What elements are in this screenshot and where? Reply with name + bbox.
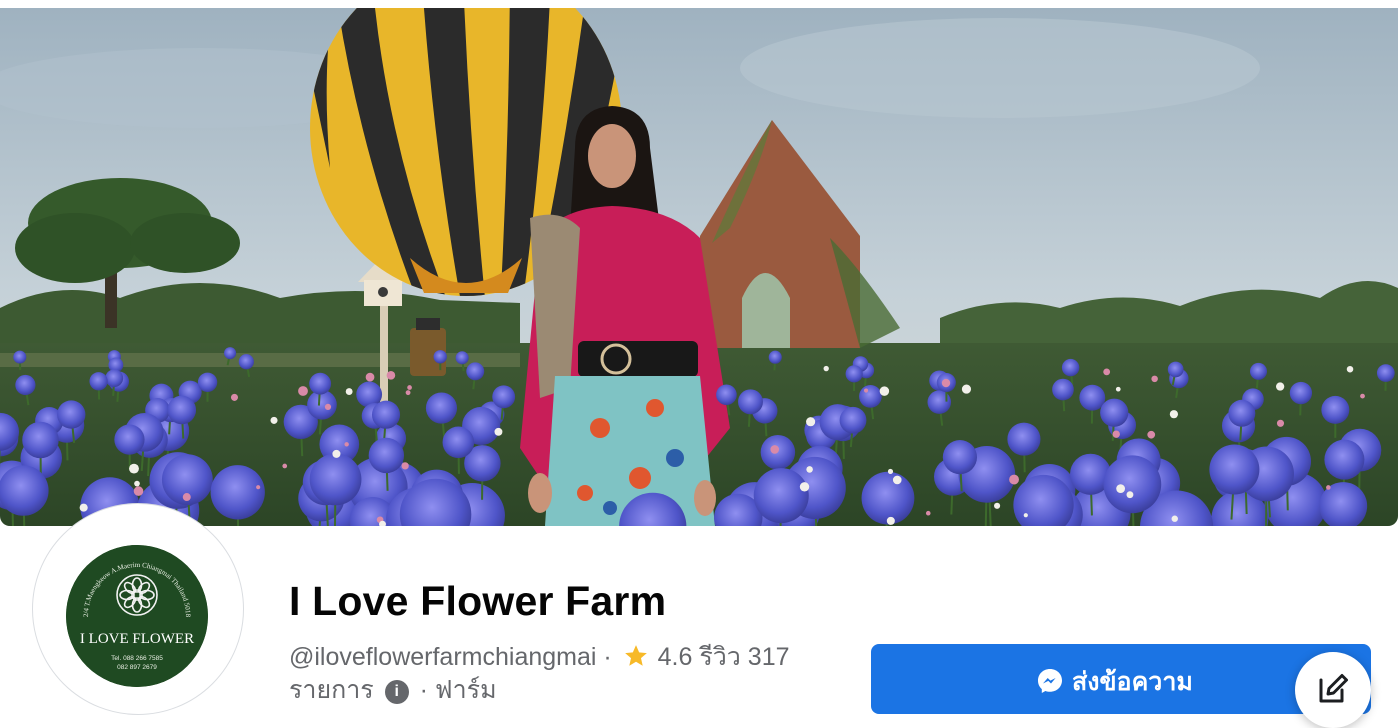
messenger-icon — [1036, 667, 1064, 695]
page-title: I Love Flower Farm — [289, 578, 666, 625]
logo-brand-text: I LOVE FLOWER — [80, 631, 194, 647]
page-meta-line: @iloveflowerfarmchiangmai · 4.6 รีวิว 31… — [289, 641, 790, 674]
listing-label: รายการ — [289, 676, 374, 704]
page-handle: @iloveflowerfarmchiangmai — [289, 643, 596, 671]
logo-phone-1: Tel. 088 266 7585 — [111, 655, 163, 662]
meta-separator-2: · — [420, 676, 428, 704]
profile-picture[interactable]: 32/4 T.Maengkeow A.Maerim Chiangmai Thai… — [66, 545, 208, 687]
compose-icon — [1316, 672, 1350, 706]
page-category[interactable]: ฟาร์ม — [435, 676, 497, 704]
cover-photo[interactable] — [0, 8, 1398, 526]
page-meta-line-2: รายการ i · ฟาร์ม — [289, 674, 497, 707]
send-message-label: ส่งข้อความ — [1072, 668, 1193, 696]
meta-separator: · — [603, 643, 611, 671]
compose-button[interactable] — [1295, 652, 1371, 728]
page-logo: 32/4 T.Maengkeow A.Maerim Chiangmai Thai… — [66, 545, 208, 687]
info-icon[interactable]: i — [385, 680, 409, 704]
logo-phone-2: 082 897 2679 — [117, 664, 157, 671]
cover-image — [0, 8, 1398, 526]
reviews-link[interactable]: รีวิว 317 — [699, 643, 789, 671]
star-icon — [623, 643, 649, 669]
rating-value: 4.6 — [658, 643, 693, 671]
